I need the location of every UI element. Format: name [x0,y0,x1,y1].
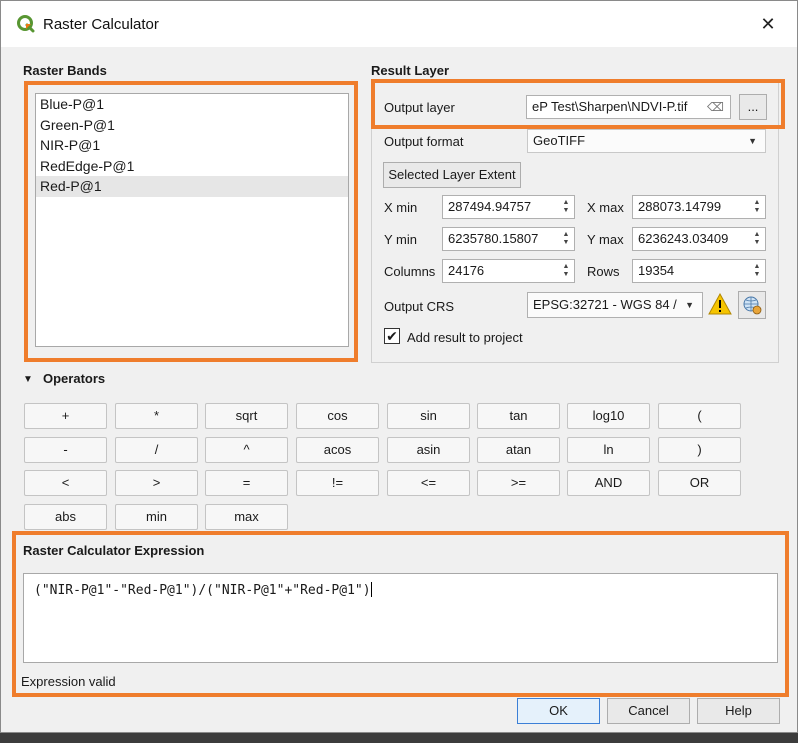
spin-arrows-icon[interactable]: ▲ ▼ [558,228,574,250]
operator-button[interactable]: AND [567,470,650,496]
operator-button[interactable]: sin [387,403,470,429]
operator-button[interactable]: - [24,437,107,463]
raster-calculator-dialog: Raster Calculator ✕ Raster Bands Blue-P@… [0,0,798,733]
xmin-label: X min [384,200,418,215]
operator-button[interactable]: atan [477,437,560,463]
spin-arrows-icon[interactable]: ▲ ▼ [558,196,574,218]
rows-label: Rows [587,264,620,279]
ymin-label: Y min [384,232,417,247]
selected-layer-extent-button[interactable]: Selected Layer Extent [383,162,521,188]
operator-button[interactable]: + [24,403,107,429]
output-format-value: GeoTIFF [533,133,586,148]
output-crs-label: Output CRS [384,299,455,314]
operator-button[interactable]: * [115,403,198,429]
raster-bands-title: Raster Bands [23,63,107,78]
highlight-output-layer [371,79,785,129]
operator-button[interactable]: log10 [567,403,650,429]
operator-button[interactable]: ^ [205,437,288,463]
operator-button[interactable]: cos [296,403,379,429]
output-crs-value: EPSG:32721 - WGS 84 / [533,297,677,312]
operator-button[interactable]: max [205,504,288,530]
operator-button[interactable]: > [115,470,198,496]
spin-arrows-icon[interactable]: ▲ ▼ [558,260,574,282]
close-icon[interactable]: ✕ [757,13,779,35]
operator-button[interactable]: ) [658,437,741,463]
result-layer-title: Result Layer [371,63,450,78]
columns-label: Columns [384,264,436,279]
chevron-down-icon: ▼ [748,136,757,146]
spin-arrows-icon[interactable]: ▲ ▼ [749,260,765,282]
output-crs-select[interactable]: EPSG:32721 - WGS 84 / ▼ [527,292,703,318]
operator-button[interactable]: >= [477,470,560,496]
operator-button[interactable]: OR [658,470,741,496]
operator-button[interactable]: / [115,437,198,463]
rows-value: 19354 [638,263,675,278]
ymin-spinbox[interactable]: 6235780.15807 ▲ ▼ [442,227,575,251]
operator-button[interactable]: acos [296,437,379,463]
spin-arrows-icon[interactable]: ▲ ▼ [749,228,765,250]
cancel-button[interactable]: Cancel [607,698,690,724]
xmax-label: X max [587,200,624,215]
highlight-expression [12,531,789,697]
operator-button[interactable]: tan [477,403,560,429]
warning-icon [708,293,732,315]
title-bar: Raster Calculator ✕ [1,1,797,47]
ymin-value: 6235780.15807 [448,231,539,246]
xmax-spinbox[interactable]: 288073.14799 ▲ ▼ [632,195,766,219]
columns-value: 24176 [448,263,485,278]
operator-button[interactable]: != [296,470,379,496]
output-format-select[interactable]: GeoTIFF ▼ [527,129,766,153]
operator-button[interactable]: ln [567,437,650,463]
ymax-label: Y max [587,232,624,247]
operator-button[interactable]: = [205,470,288,496]
operator-button[interactable]: <= [387,470,470,496]
add-result-label: Add result to project [407,330,523,345]
window-title: Raster Calculator [43,16,159,33]
xmax-value: 288073.14799 [638,199,722,214]
operator-button[interactable]: sqrt [205,403,288,429]
ymax-value: 6236243.03409 [638,231,729,246]
qgis-logo-icon [17,15,35,33]
columns-spinbox[interactable]: 24176 ▲ ▼ [442,259,575,283]
ymax-spinbox[interactable]: 6236243.03409 ▲ ▼ [632,227,766,251]
help-button[interactable]: Help [697,698,780,724]
rows-spinbox[interactable]: 19354 ▲ ▼ [632,259,766,283]
collapse-triangle-icon[interactable]: ▼ [23,374,33,385]
ok-button[interactable]: OK [517,698,600,724]
highlight-raster-bands [24,81,358,362]
operator-button[interactable]: abs [24,504,107,530]
operator-button[interactable]: asin [387,437,470,463]
globe-icon [743,296,762,315]
crs-selector-button[interactable] [738,291,766,319]
operator-button[interactable]: min [115,504,198,530]
add-result-checkbox[interactable]: ✔ [384,328,400,344]
operator-button[interactable]: < [24,470,107,496]
spin-arrows-icon[interactable]: ▲ ▼ [749,196,765,218]
xmin-spinbox[interactable]: 287494.94757 ▲ ▼ [442,195,575,219]
output-format-label: Output format [384,134,464,149]
xmin-value: 287494.94757 [448,199,532,214]
operator-button[interactable]: ( [658,403,741,429]
chevron-down-icon: ▼ [685,300,694,310]
operators-title: Operators [43,371,106,386]
